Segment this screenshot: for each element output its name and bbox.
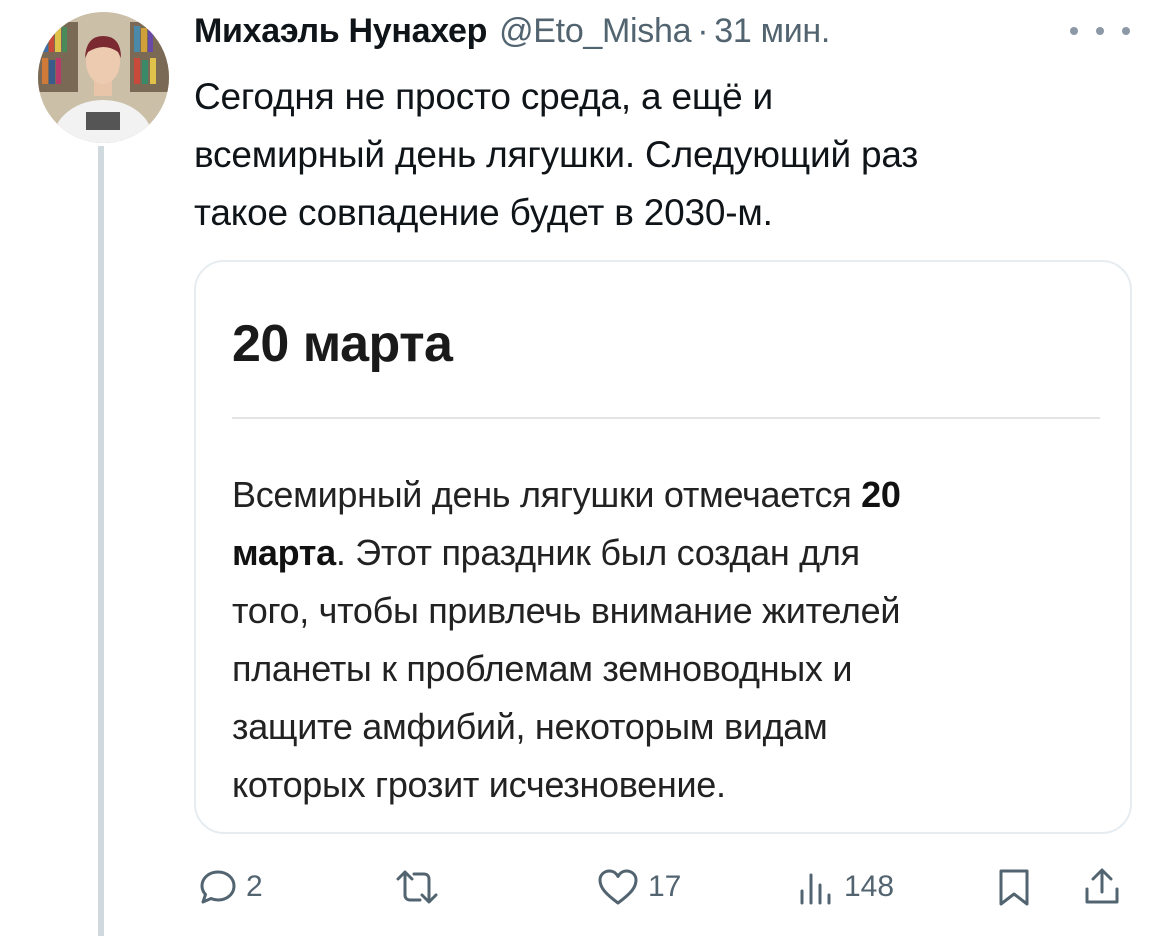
- card-body-line: планеты к проблемам земноводных и: [232, 648, 853, 689]
- like-button[interactable]: 17: [596, 860, 681, 914]
- tweet-text-line: всемирный день лягушки. Следующий раз: [194, 134, 919, 175]
- card-body: Всемирный день лягушки отмечается 20 мар…: [232, 466, 1112, 814]
- views-button[interactable]: 148: [796, 860, 894, 914]
- like-count: 17: [648, 870, 682, 903]
- card-body-line: защите амфибий, некоторым видам: [232, 706, 828, 747]
- retweet-icon: [396, 870, 438, 904]
- reply-icon: [200, 870, 236, 904]
- bookmark-icon: [999, 869, 1029, 906]
- card-divider: [232, 417, 1100, 419]
- card-body-line: того, чтобы привлечь внимание жителей: [232, 590, 901, 631]
- tweet-timestamp[interactable]: 31 мин.: [714, 12, 830, 51]
- thread-line: [98, 146, 104, 936]
- card-body-line: Всемирный день лягушки отмечается 20: [232, 474, 901, 515]
- views-icon: [800, 873, 831, 905]
- reply-count: 2: [246, 870, 263, 903]
- tweet-text: Сегодня не просто среда, а ещё и всемирн…: [194, 68, 1134, 242]
- card-title: 20 марта: [232, 315, 453, 373]
- card-body-line: которых грозит исчезновение.: [232, 764, 726, 805]
- separator-dot: ·: [697, 12, 709, 50]
- tweet-header: Михаэль Нунахер @Eto_Misha · 31 мин.: [194, 12, 830, 52]
- tweet-text-line: Сегодня не просто среда, а ещё и: [194, 76, 774, 117]
- share-icon: [1085, 868, 1119, 904]
- tweet-actions: 2 17 148: [194, 860, 1134, 914]
- avatar-image: [38, 12, 169, 143]
- more-icon[interactable]: [1070, 16, 1130, 46]
- avatar[interactable]: [38, 12, 169, 143]
- reply-button[interactable]: 2: [198, 860, 263, 914]
- attached-image-card[interactable]: 20 марта Всемирный день лягушки отмечает…: [194, 260, 1132, 834]
- heart-icon: [598, 869, 638, 905]
- tweet-text-line: такое совпадение будет в 2030-м.: [194, 192, 773, 233]
- card-body-line: марта. Этот праздник был создан для: [232, 532, 860, 573]
- author-handle[interactable]: @Eto_Misha: [499, 12, 691, 51]
- bookmark-button[interactable]: [996, 860, 1032, 914]
- share-button[interactable]: [1082, 860, 1122, 914]
- retweet-button[interactable]: [394, 860, 448, 914]
- views-count: 148: [844, 870, 895, 903]
- author-name[interactable]: Михаэль Нунахер: [194, 12, 487, 51]
